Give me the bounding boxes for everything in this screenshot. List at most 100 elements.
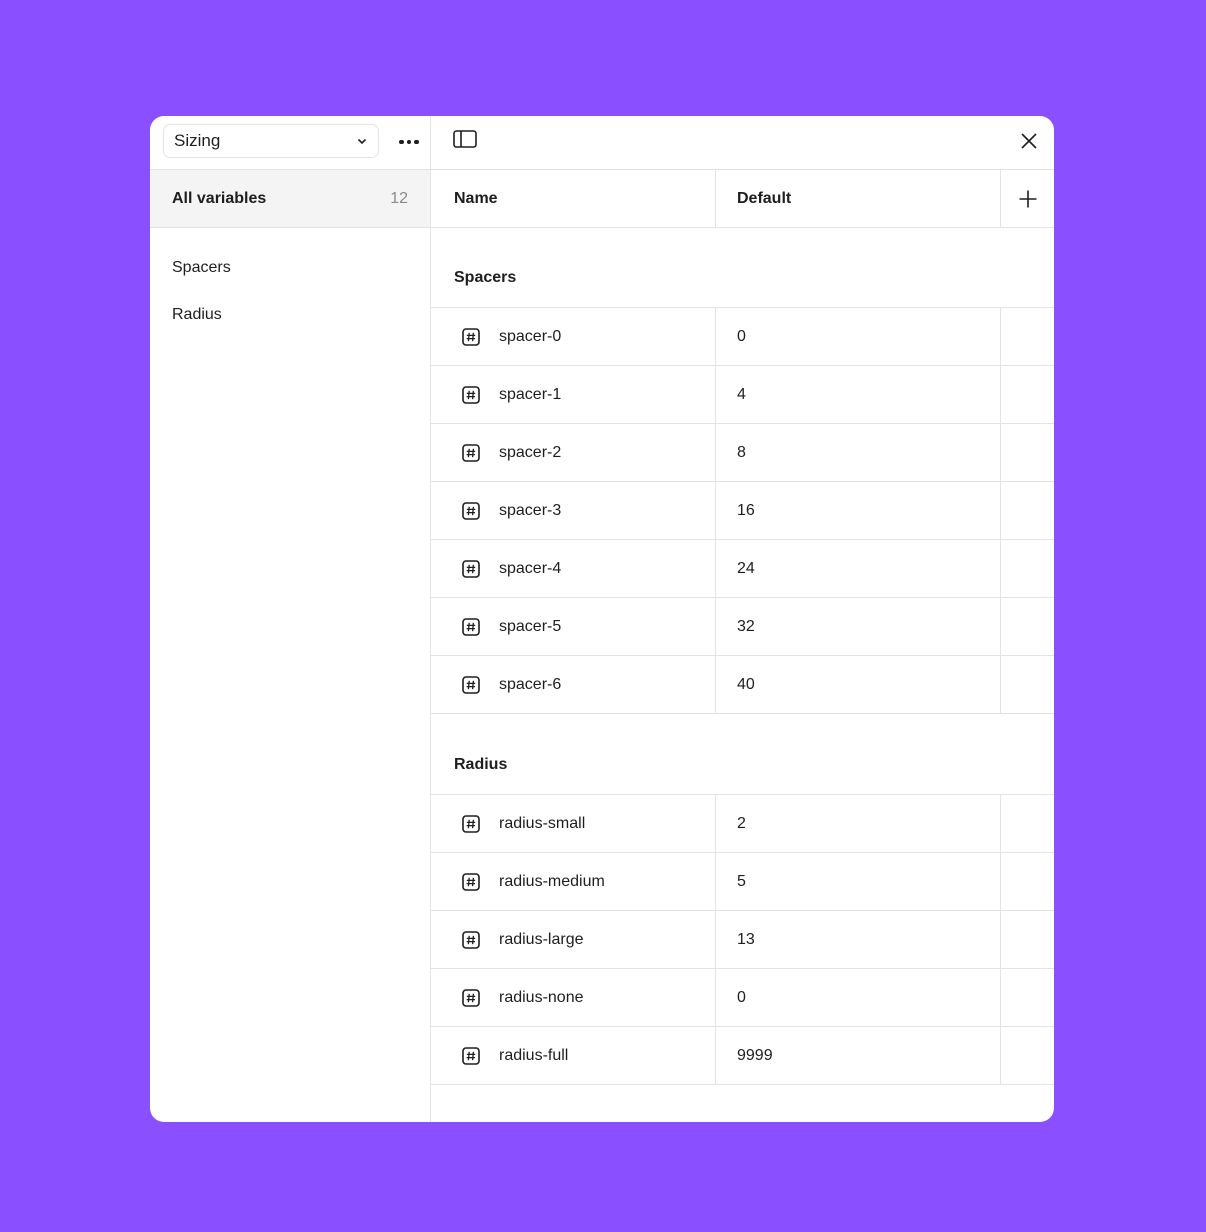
variable-name: spacer-0 xyxy=(499,327,562,345)
extra-cell xyxy=(1001,308,1054,365)
number-variable-icon xyxy=(462,872,480,891)
extra-cell xyxy=(1001,1027,1054,1084)
close-icon[interactable] xyxy=(1018,130,1040,152)
variable-name: radius-none xyxy=(499,988,584,1006)
group-list: Spacers Radius xyxy=(150,228,430,338)
variable-name-cell[interactable]: radius-large xyxy=(431,911,716,968)
sidebar: Sizing All variables 12 Spacers Radius xyxy=(150,116,431,1122)
variable-value-cell[interactable]: 0 xyxy=(716,308,1001,365)
number-variable-icon xyxy=(462,501,480,520)
table-row[interactable]: spacer-2 8 xyxy=(431,424,1054,482)
more-horizontal-icon xyxy=(399,139,404,145)
table-row[interactable]: radius-full 9999 xyxy=(431,1027,1054,1085)
variable-name: radius-medium xyxy=(499,872,605,890)
variable-name-cell[interactable]: spacer-2 xyxy=(431,424,716,481)
chevron-down-icon xyxy=(356,135,368,147)
variable-name-cell[interactable]: radius-full xyxy=(431,1027,716,1084)
main-toolbar xyxy=(431,116,1054,170)
table-row[interactable]: spacer-4 24 xyxy=(431,540,1054,598)
column-header-default: Default xyxy=(716,170,1001,227)
number-variable-icon xyxy=(462,327,480,346)
extra-cell xyxy=(1001,853,1054,910)
variable-groups: Spacers spacer-0 0 spacer-1 4 spacer-2 8 spacer… xyxy=(431,228,1054,1085)
variable-value-cell[interactable]: 16 xyxy=(716,482,1001,539)
variables-panel: Sizing All variables 12 Spacers Radius N… xyxy=(150,116,1054,1122)
all-variables-count: 12 xyxy=(390,189,408,207)
variable-name-cell[interactable]: spacer-6 xyxy=(431,656,716,713)
extra-cell xyxy=(1001,911,1054,968)
variable-name: spacer-5 xyxy=(499,617,562,635)
variable-name: radius-small xyxy=(499,814,586,832)
variable-value-cell[interactable]: 32 xyxy=(716,598,1001,655)
variable-value-cell[interactable]: 5 xyxy=(716,853,1001,910)
variable-value-cell[interactable]: 0 xyxy=(716,969,1001,1026)
number-variable-icon xyxy=(462,988,480,1007)
variable-name: radius-full xyxy=(499,1046,569,1064)
column-header-name: Name xyxy=(431,170,716,227)
variable-name-cell[interactable]: spacer-5 xyxy=(431,598,716,655)
variable-value-cell[interactable]: 9999 xyxy=(716,1027,1001,1084)
collection-select[interactable]: Sizing xyxy=(163,124,379,158)
table-row[interactable]: spacer-0 0 xyxy=(431,308,1054,366)
sidebar-toggle-icon[interactable] xyxy=(453,130,479,152)
variable-name-cell[interactable]: spacer-0 xyxy=(431,308,716,365)
variable-name-cell[interactable]: radius-medium xyxy=(431,853,716,910)
table-row[interactable]: spacer-5 32 xyxy=(431,598,1054,656)
extra-cell xyxy=(1001,795,1054,852)
variable-name: radius-large xyxy=(499,930,584,948)
extra-cell xyxy=(1001,540,1054,597)
variable-name-cell[interactable]: spacer-3 xyxy=(431,482,716,539)
extra-cell xyxy=(1001,969,1054,1026)
number-variable-icon xyxy=(462,930,480,949)
number-variable-icon xyxy=(462,1046,480,1065)
number-variable-icon xyxy=(462,385,480,404)
more-options-button[interactable] xyxy=(394,130,424,154)
number-variable-icon xyxy=(462,559,480,578)
group-header-radius: Radius xyxy=(431,714,1054,795)
more-dot xyxy=(406,139,412,145)
more-dot xyxy=(414,139,419,145)
variable-name: spacer-2 xyxy=(499,443,562,461)
collection-select-label: Sizing xyxy=(174,131,221,150)
table-row[interactable]: radius-small 2 xyxy=(431,795,1054,853)
all-variables-item[interactable]: All variables 12 xyxy=(150,170,430,228)
variable-name-cell[interactable]: spacer-4 xyxy=(431,540,716,597)
number-variable-icon xyxy=(462,675,480,694)
number-variable-icon xyxy=(462,617,480,636)
extra-cell xyxy=(1001,656,1054,713)
sidebar-header: Sizing xyxy=(150,116,430,170)
variable-name: spacer-6 xyxy=(499,675,562,693)
variable-value-cell[interactable]: 8 xyxy=(716,424,1001,481)
table-row[interactable]: radius-large 13 xyxy=(431,911,1054,969)
variable-value-cell[interactable]: 13 xyxy=(716,911,1001,968)
add-mode-cell xyxy=(1001,170,1054,227)
sidebar-item-radius[interactable]: Radius xyxy=(150,291,430,338)
group-header-spacers: Spacers xyxy=(431,228,1054,308)
number-variable-icon xyxy=(462,443,480,462)
variable-value-cell[interactable]: 2 xyxy=(716,795,1001,852)
extra-cell xyxy=(1001,598,1054,655)
extra-cell xyxy=(1001,424,1054,481)
table-row[interactable]: spacer-1 4 xyxy=(431,366,1054,424)
extra-cell xyxy=(1001,482,1054,539)
number-variable-icon xyxy=(462,814,480,833)
main-table-area: Name Default Spacers spacer-0 0 spacer-1 4 sp… xyxy=(431,116,1054,1122)
variable-name-cell[interactable]: spacer-1 xyxy=(431,366,716,423)
table-row[interactable]: spacer-3 16 xyxy=(431,482,1054,540)
table-row[interactable]: radius-medium 5 xyxy=(431,853,1054,911)
plus-icon[interactable] xyxy=(1017,188,1039,210)
table-header-row: Name Default xyxy=(431,170,1054,228)
variable-name-cell[interactable]: radius-none xyxy=(431,969,716,1026)
variable-value-cell[interactable]: 24 xyxy=(716,540,1001,597)
variable-value-cell[interactable]: 4 xyxy=(716,366,1001,423)
variable-name-cell[interactable]: radius-small xyxy=(431,795,716,852)
all-variables-label: All variables xyxy=(172,189,267,207)
variable-name: spacer-4 xyxy=(499,559,562,577)
variable-value-cell[interactable]: 40 xyxy=(716,656,1001,713)
variable-name: spacer-1 xyxy=(499,385,562,403)
variable-name: spacer-3 xyxy=(499,501,562,519)
table-row[interactable]: radius-none 0 xyxy=(431,969,1054,1027)
sidebar-item-spacers[interactable]: Spacers xyxy=(150,244,430,291)
table-row[interactable]: spacer-6 40 xyxy=(431,656,1054,714)
extra-cell xyxy=(1001,366,1054,423)
